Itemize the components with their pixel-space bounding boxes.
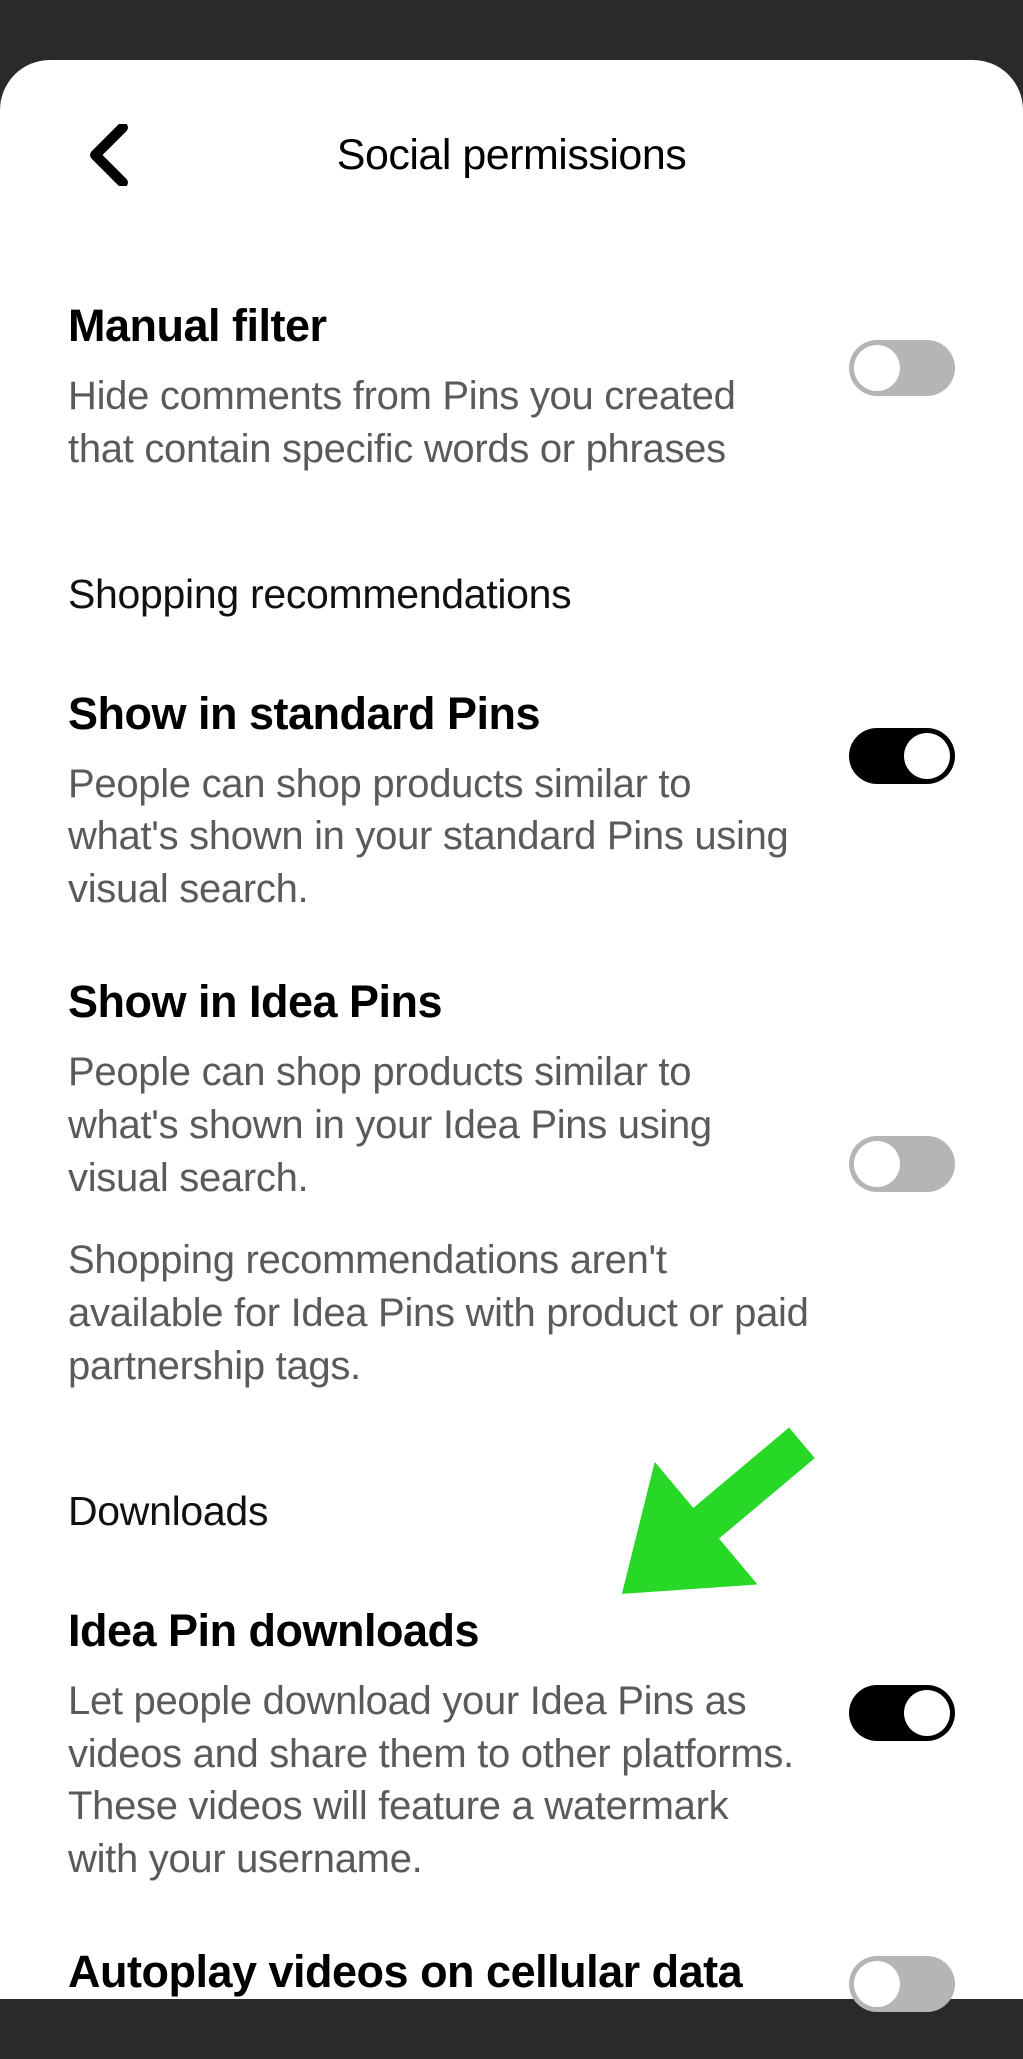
- autoplay-toggle[interactable]: [849, 1956, 955, 2012]
- settings-sheet: Social permissions Manual filter Hide co…: [0, 60, 1023, 1999]
- setting-desc: Let people download your Idea Pins as vi…: [68, 1675, 809, 1886]
- toggle-knob: [854, 345, 900, 391]
- standard-pins-toggle[interactable]: [849, 728, 955, 784]
- idea-pins-toggle[interactable]: [849, 1136, 955, 1192]
- section-shopping: Shopping recommendations: [68, 571, 955, 618]
- setting-desc: Hide comments from Pins you created that…: [68, 370, 809, 476]
- setting-title: Idea Pin downloads: [68, 1605, 809, 1657]
- toggle-knob: [854, 1141, 900, 1187]
- setting-title: Show in Idea Pins: [68, 976, 809, 1028]
- setting-desc-secondary: Shopping recommendations aren't availabl…: [68, 1234, 809, 1392]
- section-downloads: Downloads: [68, 1488, 955, 1535]
- setting-desc: People can shop products similar to what…: [68, 1046, 809, 1204]
- toggle-knob: [854, 1961, 900, 2007]
- setting-title: Autoplay videos on cellular data: [68, 1946, 809, 1998]
- setting-idea-pins: Show in Idea Pins People can shop produc…: [68, 976, 955, 1393]
- manual-filter-toggle[interactable]: [849, 340, 955, 396]
- back-icon[interactable]: [88, 124, 130, 186]
- setting-title: Show in standard Pins: [68, 688, 809, 740]
- page-title: Social permissions: [68, 131, 955, 180]
- setting-desc: People can shop products similar to what…: [68, 758, 809, 916]
- header: Social permissions: [68, 120, 955, 190]
- setting-manual-filter: Manual filter Hide comments from Pins yo…: [68, 300, 955, 476]
- idea-downloads-toggle[interactable]: [849, 1685, 955, 1741]
- toggle-knob: [904, 733, 950, 779]
- setting-autoplay: Autoplay videos on cellular data: [68, 1946, 955, 2016]
- setting-standard-pins: Show in standard Pins People can shop pr…: [68, 688, 955, 916]
- toggle-knob: [904, 1690, 950, 1736]
- setting-idea-downloads: Idea Pin downloads Let people download y…: [68, 1605, 955, 1886]
- setting-title: Manual filter: [68, 300, 809, 352]
